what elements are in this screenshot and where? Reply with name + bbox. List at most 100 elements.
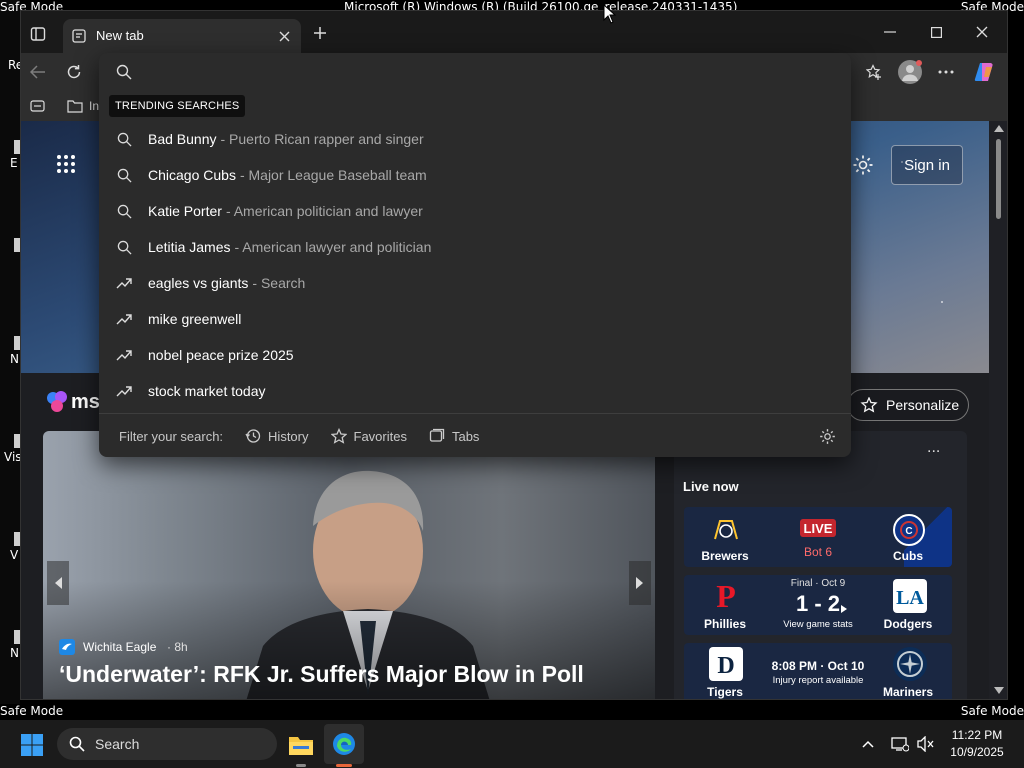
headline-title[interactable]: ‘Underwater’: RFK Jr. Suffers Major Blow… xyxy=(59,661,584,688)
trending-searches-label: TRENDING SEARCHES xyxy=(109,95,246,117)
close-tab-icon[interactable] xyxy=(277,29,291,43)
carousel-next-button[interactable] xyxy=(629,561,651,605)
game-card[interactable]: P Phillies Final · Oct 9 1 - 2 View game… xyxy=(684,575,952,635)
suggestion-item[interactable]: Bad Bunny - Puerto Rican rapper and sing… xyxy=(99,121,851,157)
headline-source: Wichita Eagle xyxy=(83,640,157,654)
tigers-logo-icon: D xyxy=(709,647,743,681)
suggestion-item[interactable]: Letitia James - American lawyer and poli… xyxy=(99,229,851,265)
suggestion-item[interactable]: Katie Porter - American politician and l… xyxy=(99,193,851,229)
trending-icon xyxy=(116,275,132,291)
svg-text:C: C xyxy=(905,526,912,537)
headline-age: · 8h xyxy=(167,640,188,654)
clock-date[interactable]: 10/9/2025 xyxy=(942,745,1012,759)
favorites-icon[interactable] xyxy=(865,63,883,81)
game-card[interactable]: D Tigers 8:08 PM · Oct 10 Injury report … xyxy=(684,643,952,699)
clock-time[interactable]: 11:22 PM xyxy=(942,728,1012,742)
tab-new-tab[interactable]: New tab xyxy=(63,19,301,53)
carousel-prev-button[interactable] xyxy=(47,561,69,605)
filter-favorites-label: Favorites xyxy=(353,428,407,444)
scroll-up-arrow-icon[interactable] xyxy=(994,125,1004,132)
running-indicator xyxy=(296,764,306,767)
game-status: Final · Oct 9 xyxy=(790,578,846,589)
live-now-heading: Live now xyxy=(683,479,739,494)
search-icon xyxy=(116,203,132,219)
trending-icon xyxy=(116,383,132,399)
svg-text:LA: LA xyxy=(896,587,924,609)
personalize-icon xyxy=(860,397,878,413)
search-icon xyxy=(116,131,132,147)
team-name: Brewers xyxy=(701,549,749,563)
star-icon xyxy=(330,428,347,444)
suggestion-text: mike greenwell xyxy=(148,311,242,327)
suggestion-item[interactable]: stock market today xyxy=(99,373,851,409)
dodgers-logo-icon: LA xyxy=(893,579,927,613)
network-icon[interactable] xyxy=(890,734,910,754)
refresh-button[interactable] xyxy=(65,63,83,81)
taskbar-search-box[interactable]: Search xyxy=(57,728,277,760)
volume-muted-icon[interactable] xyxy=(916,734,936,754)
close-window-button[interactable] xyxy=(974,24,990,40)
apps-launcher-icon[interactable] xyxy=(56,154,76,174)
desktop-icon-label-fragment: E xyxy=(10,156,18,170)
suggestion-item[interactable]: nobel peace prize 2025 xyxy=(99,337,851,373)
file-explorer-icon[interactable] xyxy=(286,730,316,760)
start-button[interactable] xyxy=(20,733,44,757)
edge-taskbar-icon[interactable] xyxy=(324,724,364,764)
filter-favorites-button[interactable]: Favorites xyxy=(330,428,407,444)
headline-card[interactable]: Wichita Eagle · 8h ‘Underwater’: RFK Jr.… xyxy=(43,431,655,699)
svg-text:D: D xyxy=(717,653,734,679)
personalize-button[interactable]: Personalize xyxy=(847,389,969,421)
sign-in-button[interactable]: Sign in xyxy=(891,145,963,185)
tabs-icon xyxy=(429,428,445,442)
desktop-icon-label-fragment: V xyxy=(10,548,19,562)
tab-actions-icon[interactable] xyxy=(29,25,47,43)
sports-more-icon[interactable]: ... xyxy=(927,439,940,457)
suggestion-description: - Puerto Rican rapper and singer xyxy=(220,131,424,147)
folder-icon[interactable] xyxy=(67,98,83,114)
suggestion-text: stock market today xyxy=(148,383,266,399)
game-card[interactable]: Brewers LIVE Bot 6 C Cubs xyxy=(684,507,952,567)
game-stats-link[interactable]: View game stats xyxy=(768,619,868,630)
suggestion-item[interactable]: mike greenwell xyxy=(99,301,851,337)
suggestion-text: Chicago Cubs xyxy=(148,167,236,183)
address-bar-input[interactable] xyxy=(147,61,791,85)
tab-title: New tab xyxy=(96,28,144,43)
back-button[interactable] xyxy=(29,63,47,81)
team-name: Mariners xyxy=(882,685,934,699)
filter-history-button[interactable]: History xyxy=(245,428,309,444)
new-tab-page-icon xyxy=(71,28,87,44)
suggestion-item[interactable]: Chicago Cubs - Major League Baseball tea… xyxy=(99,157,851,193)
page-scrollbar[interactable] xyxy=(989,121,1007,699)
desktop-icon-label-fragment: N xyxy=(10,352,19,366)
filter-tabs-button[interactable]: Tabs xyxy=(429,428,479,444)
svg-text:P: P xyxy=(716,579,736,613)
team-name: Tigers xyxy=(707,685,743,699)
injury-report-link[interactable]: Injury report available xyxy=(762,675,874,686)
suggestion-text: Letitia James xyxy=(148,239,231,255)
page-settings-gear-icon[interactable] xyxy=(852,154,874,176)
team-name: Cubs xyxy=(893,549,923,563)
browser-window: New tab In Sign in ms Personalize Wichit… xyxy=(20,10,1008,700)
personalize-label: Personalize xyxy=(886,397,960,413)
new-tab-button[interactable] xyxy=(311,24,329,42)
team-name: Dodgers xyxy=(883,617,933,631)
source-logo-icon xyxy=(59,639,75,655)
copilot-icon[interactable] xyxy=(972,60,996,84)
favorites-folder-label[interactable]: In xyxy=(89,99,99,113)
live-badge: LIVE xyxy=(800,519,836,537)
collections-icon[interactable] xyxy=(29,98,45,114)
taskbar: Search 11:22 PM 10/9/2025 xyxy=(0,720,1024,768)
more-options-icon[interactable] xyxy=(937,65,955,79)
suggestion-item[interactable]: eagles vs giants - Search xyxy=(99,265,851,301)
search-icon xyxy=(116,167,132,183)
minimize-button[interactable] xyxy=(881,25,899,39)
maximize-button[interactable] xyxy=(928,24,944,40)
suggestion-text: nobel peace prize 2025 xyxy=(148,347,294,363)
windows-logo-icon xyxy=(21,734,43,756)
search-settings-gear-icon[interactable] xyxy=(818,427,836,445)
scrollbar-thumb[interactable] xyxy=(996,139,1001,219)
history-icon xyxy=(245,429,261,443)
show-hidden-icons-chevron-up-icon[interactable] xyxy=(860,736,876,752)
safe-mode-label-bottom-left: Safe Mode xyxy=(0,704,64,718)
scroll-down-arrow-icon[interactable] xyxy=(994,687,1004,694)
